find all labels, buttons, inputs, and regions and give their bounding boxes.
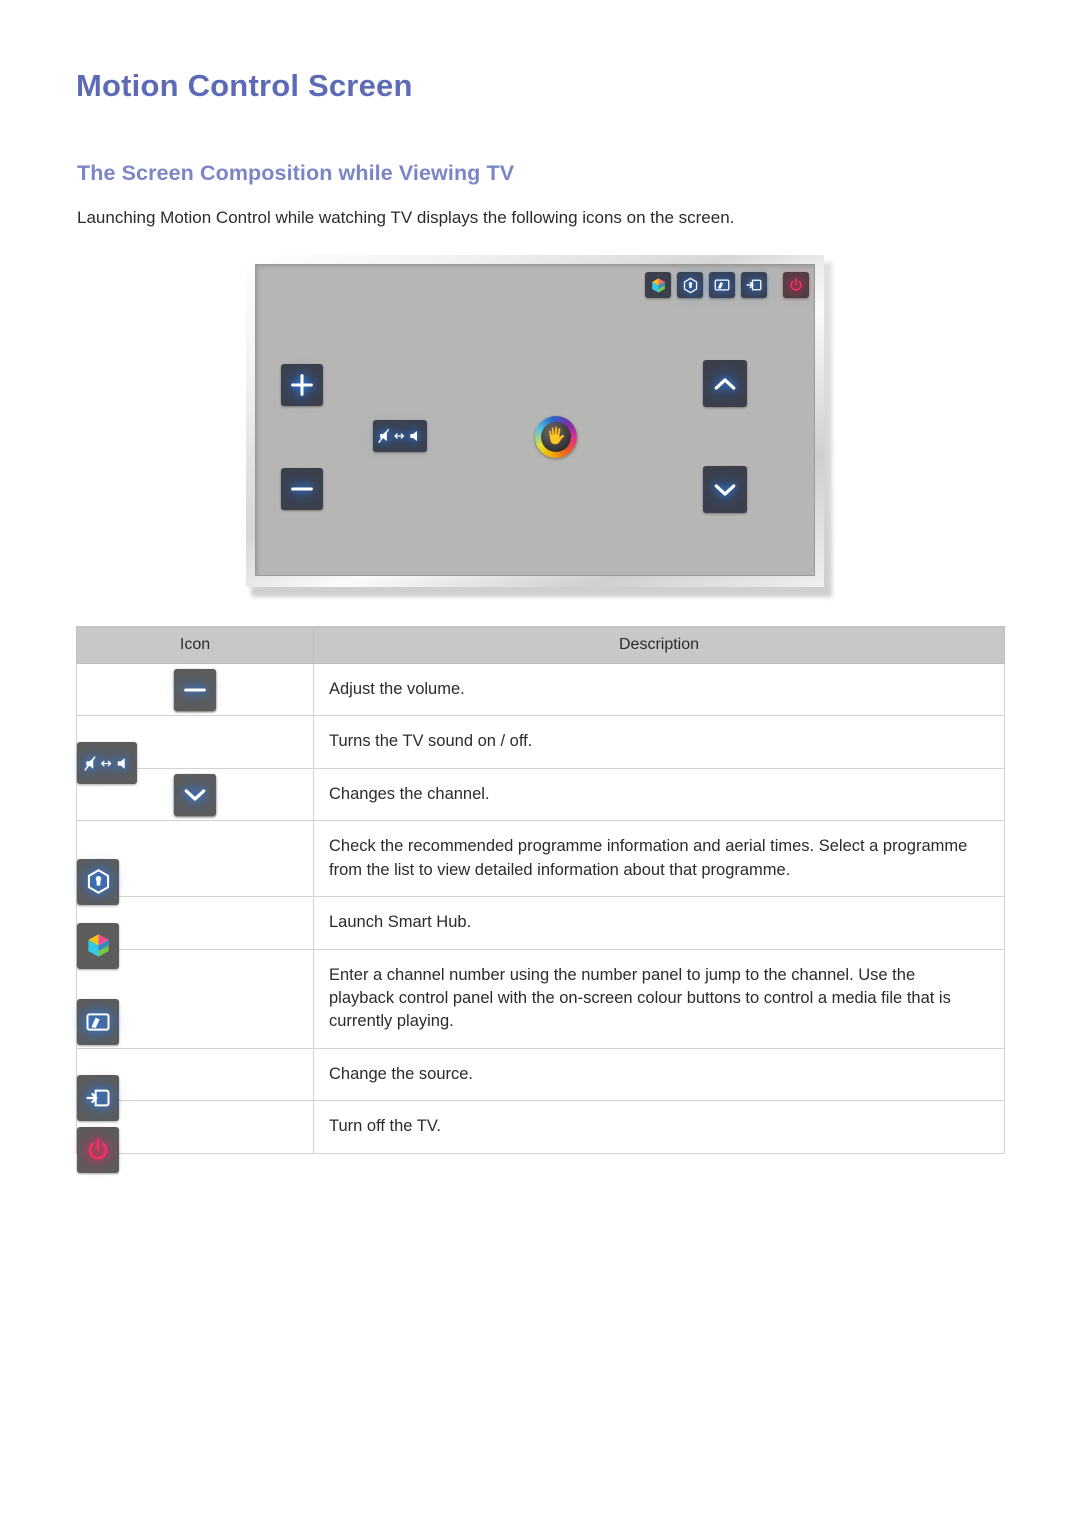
table-row: Turns the TV sound on / off. <box>76 715 1005 785</box>
smart-hub-cube-icon[interactable] <box>77 922 119 969</box>
table-row: Enter a channel number using the number … <box>76 948 1005 1049</box>
description-cell: Launch Smart Hub. <box>313 896 1005 950</box>
icon-cell <box>76 1047 314 1121</box>
channel-down-icon[interactable] <box>173 773 216 816</box>
source-input-icon[interactable] <box>77 1074 119 1121</box>
source-input-icon[interactable] <box>741 272 767 298</box>
power-icon[interactable] <box>77 1126 119 1173</box>
description-cell: Change the source. <box>313 1047 1005 1102</box>
table-row: Turn off the TV. <box>76 1100 1005 1173</box>
table-row: Change the source. <box>76 1047 1005 1121</box>
icon-description-table: Icon Description / <box>76 626 1005 1173</box>
mute-toggle-icon[interactable] <box>373 420 427 452</box>
recommendation-hexagon-thumb-icon[interactable] <box>677 272 703 298</box>
channel-down-icon[interactable] <box>703 466 747 513</box>
table-header-row: Icon Description <box>76 626 1005 664</box>
volume-down-icon[interactable] <box>281 468 323 510</box>
tv-illustration: 🖐 <box>246 255 832 597</box>
icon-cell: / <box>76 662 314 717</box>
number-panel-screen-icon[interactable] <box>77 998 119 1045</box>
table-row: / Changes the channel. <box>76 767 1005 822</box>
description-cell: Check the recommended programme informat… <box>313 820 1005 898</box>
gesture-hand-cursor-icon[interactable]: 🖐 <box>535 416 577 458</box>
icon-cell <box>76 715 314 785</box>
icon-pair-volume: / <box>173 668 216 711</box>
description-cell: Turns the TV sound on / off. <box>313 715 1005 769</box>
volume-up-icon[interactable] <box>281 364 323 406</box>
smart-hub-cube-icon[interactable] <box>645 272 671 298</box>
power-icon[interactable] <box>783 272 809 298</box>
recommendation-hexagon-thumb-icon[interactable] <box>77 858 119 905</box>
icon-cell <box>76 820 314 905</box>
on-screen-top-icon-strip <box>645 272 809 298</box>
volume-down-icon[interactable] <box>173 668 216 711</box>
column-header-icon: Icon <box>76 626 314 664</box>
column-header-description: Description <box>313 626 1005 664</box>
section-heading: The Screen Composition while Viewing TV <box>77 161 515 185</box>
mute-toggle-icon[interactable] <box>77 742 137 785</box>
intro-paragraph: Launching Motion Control while watching … <box>77 208 735 227</box>
description-cell: Adjust the volume. <box>313 662 1005 717</box>
description-cell: Enter a channel number using the number … <box>313 948 1005 1049</box>
table-row: / Adjust the volume. <box>76 662 1005 717</box>
page-title: Motion Control Screen <box>76 68 413 103</box>
table-row: Launch Smart Hub. <box>76 896 1005 969</box>
channel-up-icon[interactable] <box>703 360 747 407</box>
table-row: Check the recommended programme informat… <box>76 820 1005 905</box>
tv-bezel: 🖐 <box>246 255 824 587</box>
icon-pair-channel: / <box>173 773 216 816</box>
description-cell: Changes the channel. <box>313 767 1005 822</box>
tv-screen: 🖐 <box>255 264 815 576</box>
document-page: Motion Control Screen The Screen Composi… <box>0 0 1080 1527</box>
description-cell: Turn off the TV. <box>313 1100 1005 1154</box>
hand-cursor-glyph: 🖐 <box>541 422 571 452</box>
number-panel-screen-icon[interactable] <box>709 272 735 298</box>
